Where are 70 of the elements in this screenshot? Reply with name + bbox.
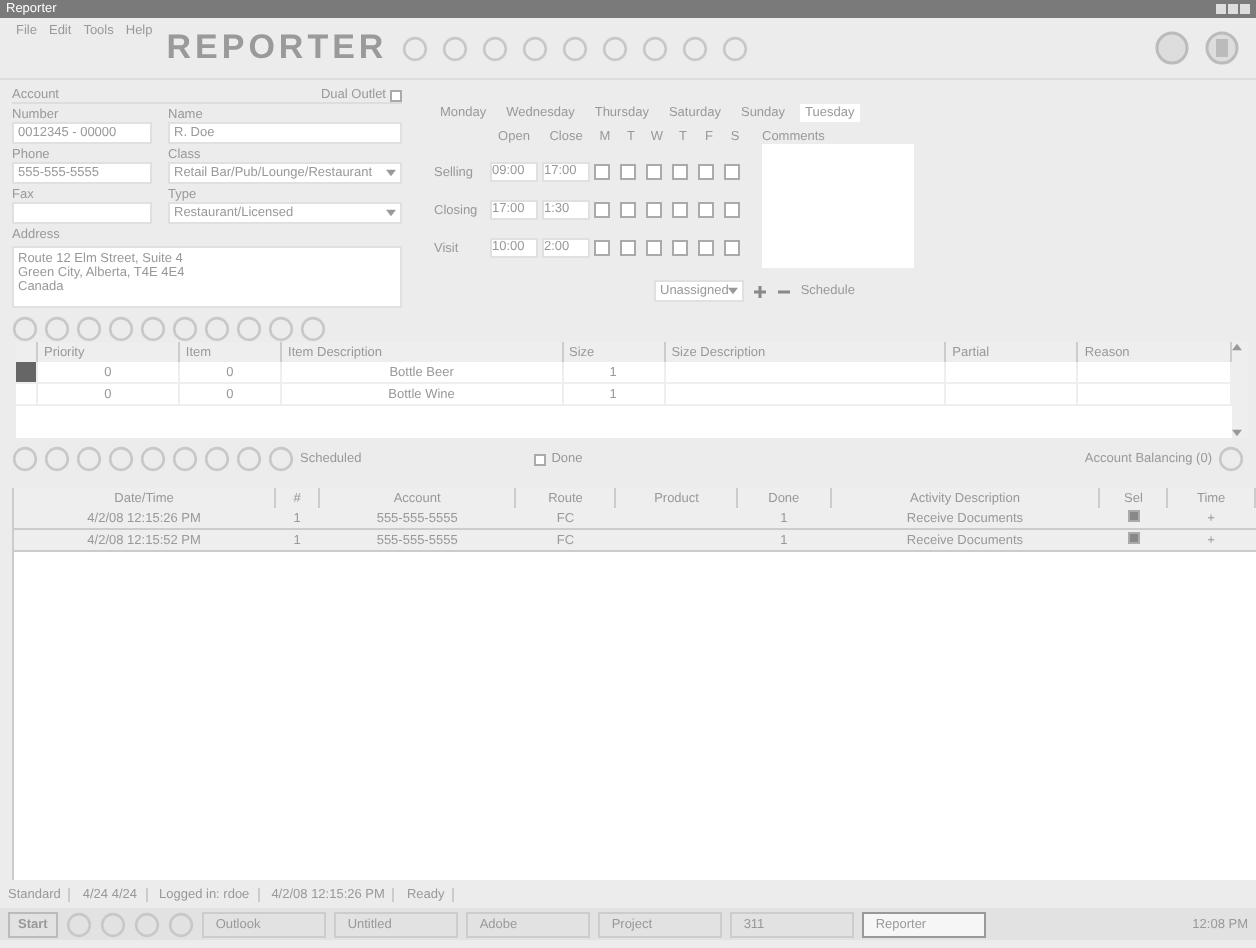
tool-icon[interactable] — [236, 446, 262, 472]
tool-icon[interactable] — [268, 316, 294, 342]
caret-icon[interactable] — [386, 208, 396, 218]
tool-icon[interactable] — [481, 35, 508, 61]
checkbox[interactable] — [646, 202, 662, 218]
tool-icon[interactable] — [204, 446, 230, 472]
tool-icon[interactable] — [641, 35, 668, 61]
tool-icon[interactable] — [140, 446, 166, 472]
checkbox[interactable] — [620, 240, 636, 256]
checkbox[interactable] — [724, 164, 740, 180]
minimize-button[interactable] — [1216, 4, 1226, 14]
checkbox[interactable] — [1127, 510, 1140, 522]
checkbox[interactable] — [698, 202, 714, 218]
tool-icon[interactable] — [441, 35, 468, 61]
row-selector[interactable] — [16, 362, 37, 383]
tool-icon[interactable] — [12, 316, 38, 342]
checkbox[interactable] — [724, 240, 740, 256]
caret-icon[interactable] — [1232, 428, 1242, 438]
checkbox[interactable] — [698, 240, 714, 256]
caret-icon[interactable] — [386, 168, 396, 178]
checkbox[interactable] — [646, 164, 662, 180]
tool-icon[interactable] — [721, 35, 748, 61]
quick-launch-icon[interactable] — [133, 911, 160, 937]
tool-icon[interactable] — [268, 446, 294, 472]
tool-icon[interactable] — [140, 316, 166, 342]
checkbox[interactable] — [646, 240, 662, 256]
checkbox[interactable] — [1127, 532, 1140, 544]
close-button[interactable] — [1240, 4, 1250, 14]
checkbox[interactable] — [698, 164, 714, 180]
tool-icon[interactable] — [681, 35, 708, 61]
caret-icon[interactable] — [1232, 342, 1242, 352]
checkbox[interactable] — [672, 240, 688, 256]
tool-icon[interactable] — [44, 446, 70, 472]
quick-launch-icon[interactable] — [167, 911, 194, 937]
quick-launch-icon[interactable] — [65, 911, 92, 937]
tool-icon[interactable] — [401, 35, 428, 61]
tool-icon[interactable] — [44, 316, 70, 342]
tool-icon[interactable] — [76, 316, 102, 342]
tool-icon[interactable] — [76, 446, 102, 472]
tool-icon[interactable] — [300, 316, 326, 342]
tool-icon[interactable] — [236, 316, 262, 342]
app-logo: REPORTER — [166, 28, 388, 68]
checkbox[interactable] — [594, 164, 610, 180]
checkbox[interactable] — [620, 202, 636, 218]
input-field[interactable] — [12, 202, 152, 224]
scrollbar[interactable] — [1232, 342, 1248, 438]
tool-icon[interactable] — [561, 35, 588, 61]
maximize-button[interactable] — [1228, 4, 1238, 14]
table-cell — [945, 362, 1078, 383]
checkbox[interactable] — [672, 164, 688, 180]
checkbox[interactable] — [594, 240, 610, 256]
checkbox[interactable] — [620, 164, 636, 180]
tool-icon[interactable] — [521, 35, 548, 61]
caret-icon[interactable] — [728, 286, 739, 296]
tool-icon[interactable] — [108, 446, 134, 472]
quick-launch-icon[interactable] — [99, 911, 126, 937]
add-icon[interactable] — [752, 283, 769, 299]
tool-icon[interactable] — [172, 446, 198, 472]
checkbox[interactable] — [724, 202, 740, 218]
checkbox[interactable] — [672, 202, 688, 218]
checkbox[interactable] — [594, 202, 610, 218]
tool-icon[interactable] — [204, 316, 230, 342]
tool-icon[interactable] — [108, 316, 134, 342]
tool-icon[interactable] — [172, 316, 198, 342]
balance-icon[interactable] — [1218, 446, 1244, 472]
checkbox[interactable] — [533, 453, 546, 465]
exit-icon[interactable] — [1204, 30, 1240, 66]
checkbox[interactable] — [390, 89, 402, 101]
tool-icon[interactable] — [601, 35, 628, 61]
tool-icon[interactable] — [12, 446, 38, 472]
